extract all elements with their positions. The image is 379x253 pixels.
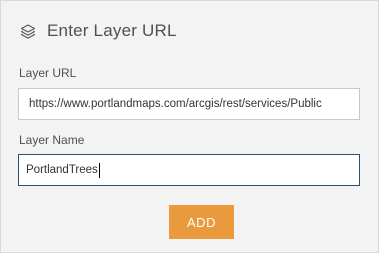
layer-name-label: Layer Name <box>19 133 85 147</box>
layer-name-input[interactable]: PortlandTrees <box>18 154 360 186</box>
layer-name-value: PortlandTrees <box>26 164 98 176</box>
panel-header: Enter Layer URL <box>18 19 177 43</box>
add-button[interactable]: ADD <box>169 205 234 239</box>
layers-icon <box>18 21 38 41</box>
text-cursor <box>98 162 100 178</box>
layer-url-value: https://www.portlandmaps.com/arcgis/rest… <box>29 98 322 110</box>
layer-url-input[interactable]: https://www.portlandmaps.com/arcgis/rest… <box>18 88 360 120</box>
layer-url-label: Layer URL <box>19 66 77 80</box>
add-layer-panel: Enter Layer URL Layer URL https://www.po… <box>0 0 379 253</box>
panel-title: Enter Layer URL <box>47 21 177 40</box>
